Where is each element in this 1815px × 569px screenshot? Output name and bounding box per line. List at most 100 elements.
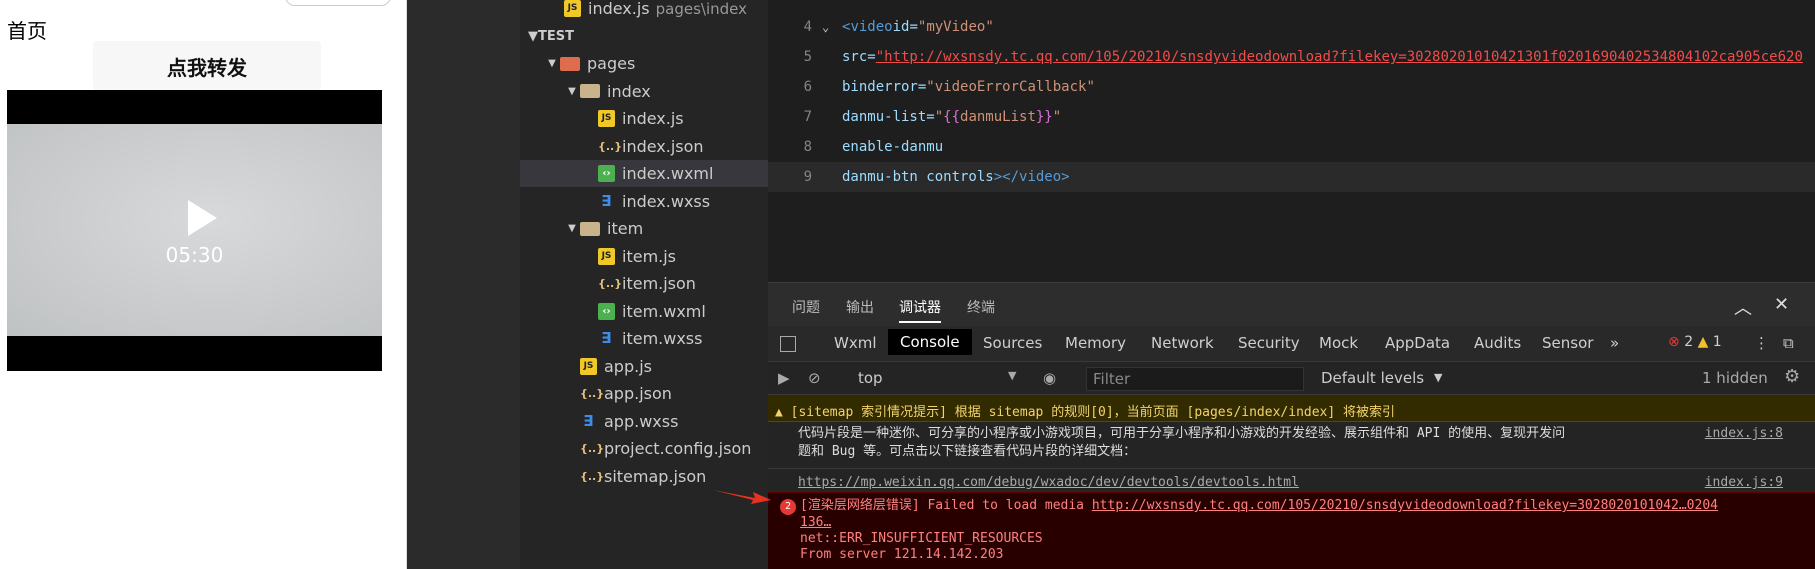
chevron-down-icon[interactable]: ▼ [1434,371,1442,384]
src-url[interactable]: "http://wxsnsdy.tc.qq.com/105/20210/snsd… [876,49,1803,65]
context-selector[interactable]: top [858,369,883,387]
source-link-hidden[interactable]: index.js:9 [1705,475,1783,490]
fold-chevron-icon[interactable]: ⌄ [822,20,842,34]
tree-item-app-wxss[interactable]: ∃ app.wxss [520,408,768,435]
devtools-panel: 问题 输出 调试器 终端 ︿ ✕ Wxml Console Sources Me… [768,282,1815,569]
tab-console[interactable]: Console [888,329,972,355]
tree-item-label: app.json [604,384,672,403]
tab-sensor[interactable]: Sensor [1542,334,1593,352]
filter-input[interactable]: Filter [1086,367,1304,391]
play-icon[interactable] [188,200,217,236]
simulator-panel: 首页 点我转发 05:30 [0,0,407,569]
tree-item-label: item [607,219,644,238]
code-line-current[interactable]: 9 danmu-btn controls ></video > [768,162,1815,192]
tab-mock[interactable]: Mock [1319,334,1358,352]
chevron-down-icon[interactable]: ▼ [564,86,580,97]
tab-terminal[interactable]: 终端 [967,297,995,317]
more-tabs-icon[interactable]: » [1610,334,1619,352]
error-count: 2 [1684,334,1694,350]
tree-item-item-wxml[interactable]: ‹› item.wxml [520,298,768,325]
kebab-menu-icon[interactable]: ⋮ [1754,334,1769,352]
wxss-file-icon: ∃ [601,329,612,347]
code-line[interactable]: 4 ⌄ < video id= "myVideo" [768,12,1815,42]
inspect-element-icon[interactable] [780,336,796,352]
tree-item-pages[interactable]: ▼ pages [520,50,768,77]
capsule-button[interactable] [285,0,391,6]
error-url-link[interactable]: http://wxsnsdy.tc.qq.com/105/20210/snsdy… [1092,498,1718,513]
js-file-icon: JS [598,110,615,127]
js-file-icon: JS [564,0,581,17]
code-line[interactable]: 8 enable-danmu [768,132,1815,162]
tree-item-index-wxss[interactable]: ∃ index.wxss [520,188,768,215]
code-line[interactable]: 6 binderror= "videoErrorCallback" [768,72,1815,102]
tree-item-item-json[interactable]: {..} item.json [520,270,768,297]
chevron-down-icon[interactable]: ▼ [1008,369,1016,382]
tab-appdata[interactable]: AppData [1385,334,1450,352]
code-line[interactable]: 5 src= "http://wxsnsdy.tc.qq.com/105/2021… [768,42,1815,72]
tree-item-label: app.wxss [604,411,679,431]
tree-item-item[interactable]: ▼ item [520,215,768,242]
source-link[interactable]: index.js:8 [1705,425,1783,443]
undock-icon[interactable]: ⧉ [1783,334,1794,352]
chevron-down-icon[interactable]: ▼ [544,58,560,69]
doc-link[interactable]: https://mp.weixin.qq.com/debug/wxadoc/de… [798,475,1299,490]
tab-debugger[interactable]: 调试器 [899,297,941,323]
code-line[interactable]: 7 danmu-list= "{{danmuList}} " [768,102,1815,132]
tree-item-label: index.wxml [622,164,714,183]
tree-item-label: index [607,81,651,101]
console-warning: ▲ [sitemap 索引情况提示] 根据 sitemap 的规则[0]，当前页… [768,395,1815,422]
video-player[interactable]: 05:30 [7,90,382,371]
brace: }} [1035,109,1053,125]
attr-value: "videoErrorCallback" [926,79,1095,95]
quote: " [1052,109,1062,125]
tab-wxml[interactable]: Wxml [834,334,877,352]
tree-item-project-config-json[interactable]: {..} project.config.json [520,435,768,462]
console-output: ▲ [sitemap 索引情况提示] 根据 sitemap 的规则[0]，当前页… [768,395,1815,569]
tab-sources[interactable]: Sources [983,334,1042,352]
tag-bracket: > [1061,169,1070,185]
error-url-link[interactable]: 136… [800,515,831,530]
tree-item-index-wxml[interactable]: ‹› index.wxml [520,160,768,187]
toggle-sidebar-icon[interactable]: ▶ [778,369,790,387]
tab-output[interactable]: 输出 [846,297,874,317]
tree-item-app-json[interactable]: {..} app.json [520,380,768,407]
gear-icon[interactable]: ⚙ [1784,366,1800,387]
warning-icon: ▲ [775,405,783,420]
tree-item-label: index.wxss [622,191,711,211]
tree-item-index-json[interactable]: {..} index.json [520,133,768,160]
wxml-file-icon: ‹› [598,302,615,320]
close-icon[interactable]: ✕ [1774,294,1789,315]
tree-item-label: index.js [622,109,684,128]
console-link-row: https://mp.weixin.qq.com/debug/wxadoc/de… [768,468,1815,492]
clear-console-icon[interactable]: ⊘ [808,369,821,387]
wxss-file-icon: ∃ [601,191,612,210]
tab-security[interactable]: Security [1238,334,1300,352]
tree-item-app-js[interactable]: JS app.js [520,353,768,380]
open-file-item[interactable]: JS index.js pages\index [520,0,768,22]
error-detail: net::ERR_INSUFFICIENT_RESOURCES [800,531,1043,546]
json-file-icon: {..} [598,139,623,153]
tree-item-item-wxss[interactable]: ∃ item.wxss [520,325,768,352]
tree-item-item-js[interactable]: JS item.js [520,243,768,270]
tab-problems[interactable]: 问题 [792,297,820,317]
tab-audits[interactable]: Audits [1474,334,1521,352]
tree-item-label: sitemap.json [604,466,707,486]
wxss-file-icon: ∃ [583,411,594,430]
tab-memory[interactable]: Memory [1065,334,1126,352]
tag-name: video [1019,169,1062,185]
error-count-badge[interactable]: ⊗ 2 ▲ 1 [1668,334,1722,350]
levels-dropdown[interactable]: Default levels [1321,369,1424,387]
tree-item-index[interactable]: ▼ index [520,78,768,105]
js-file-icon: JS [580,357,597,375]
chevron-down-icon[interactable]: ▼ [564,223,580,234]
tree-item-index-js[interactable]: JS index.js [520,105,768,132]
project-section-header[interactable]: ▼ TEST [520,24,768,48]
tree-item-label: project.config.json [604,439,752,458]
video-duration: 05:30 [165,243,224,267]
share-button[interactable]: 点我转发 [93,41,321,91]
brace: {{ [943,109,961,125]
code-editor[interactable]: 4 ⌄ < video id= "myVideo" 5 src= "http://wx… [768,0,1815,282]
tab-network[interactable]: Network [1151,334,1214,352]
maximize-icon[interactable]: ︿ [1734,294,1752,320]
eye-icon[interactable]: ◉ [1043,369,1056,387]
